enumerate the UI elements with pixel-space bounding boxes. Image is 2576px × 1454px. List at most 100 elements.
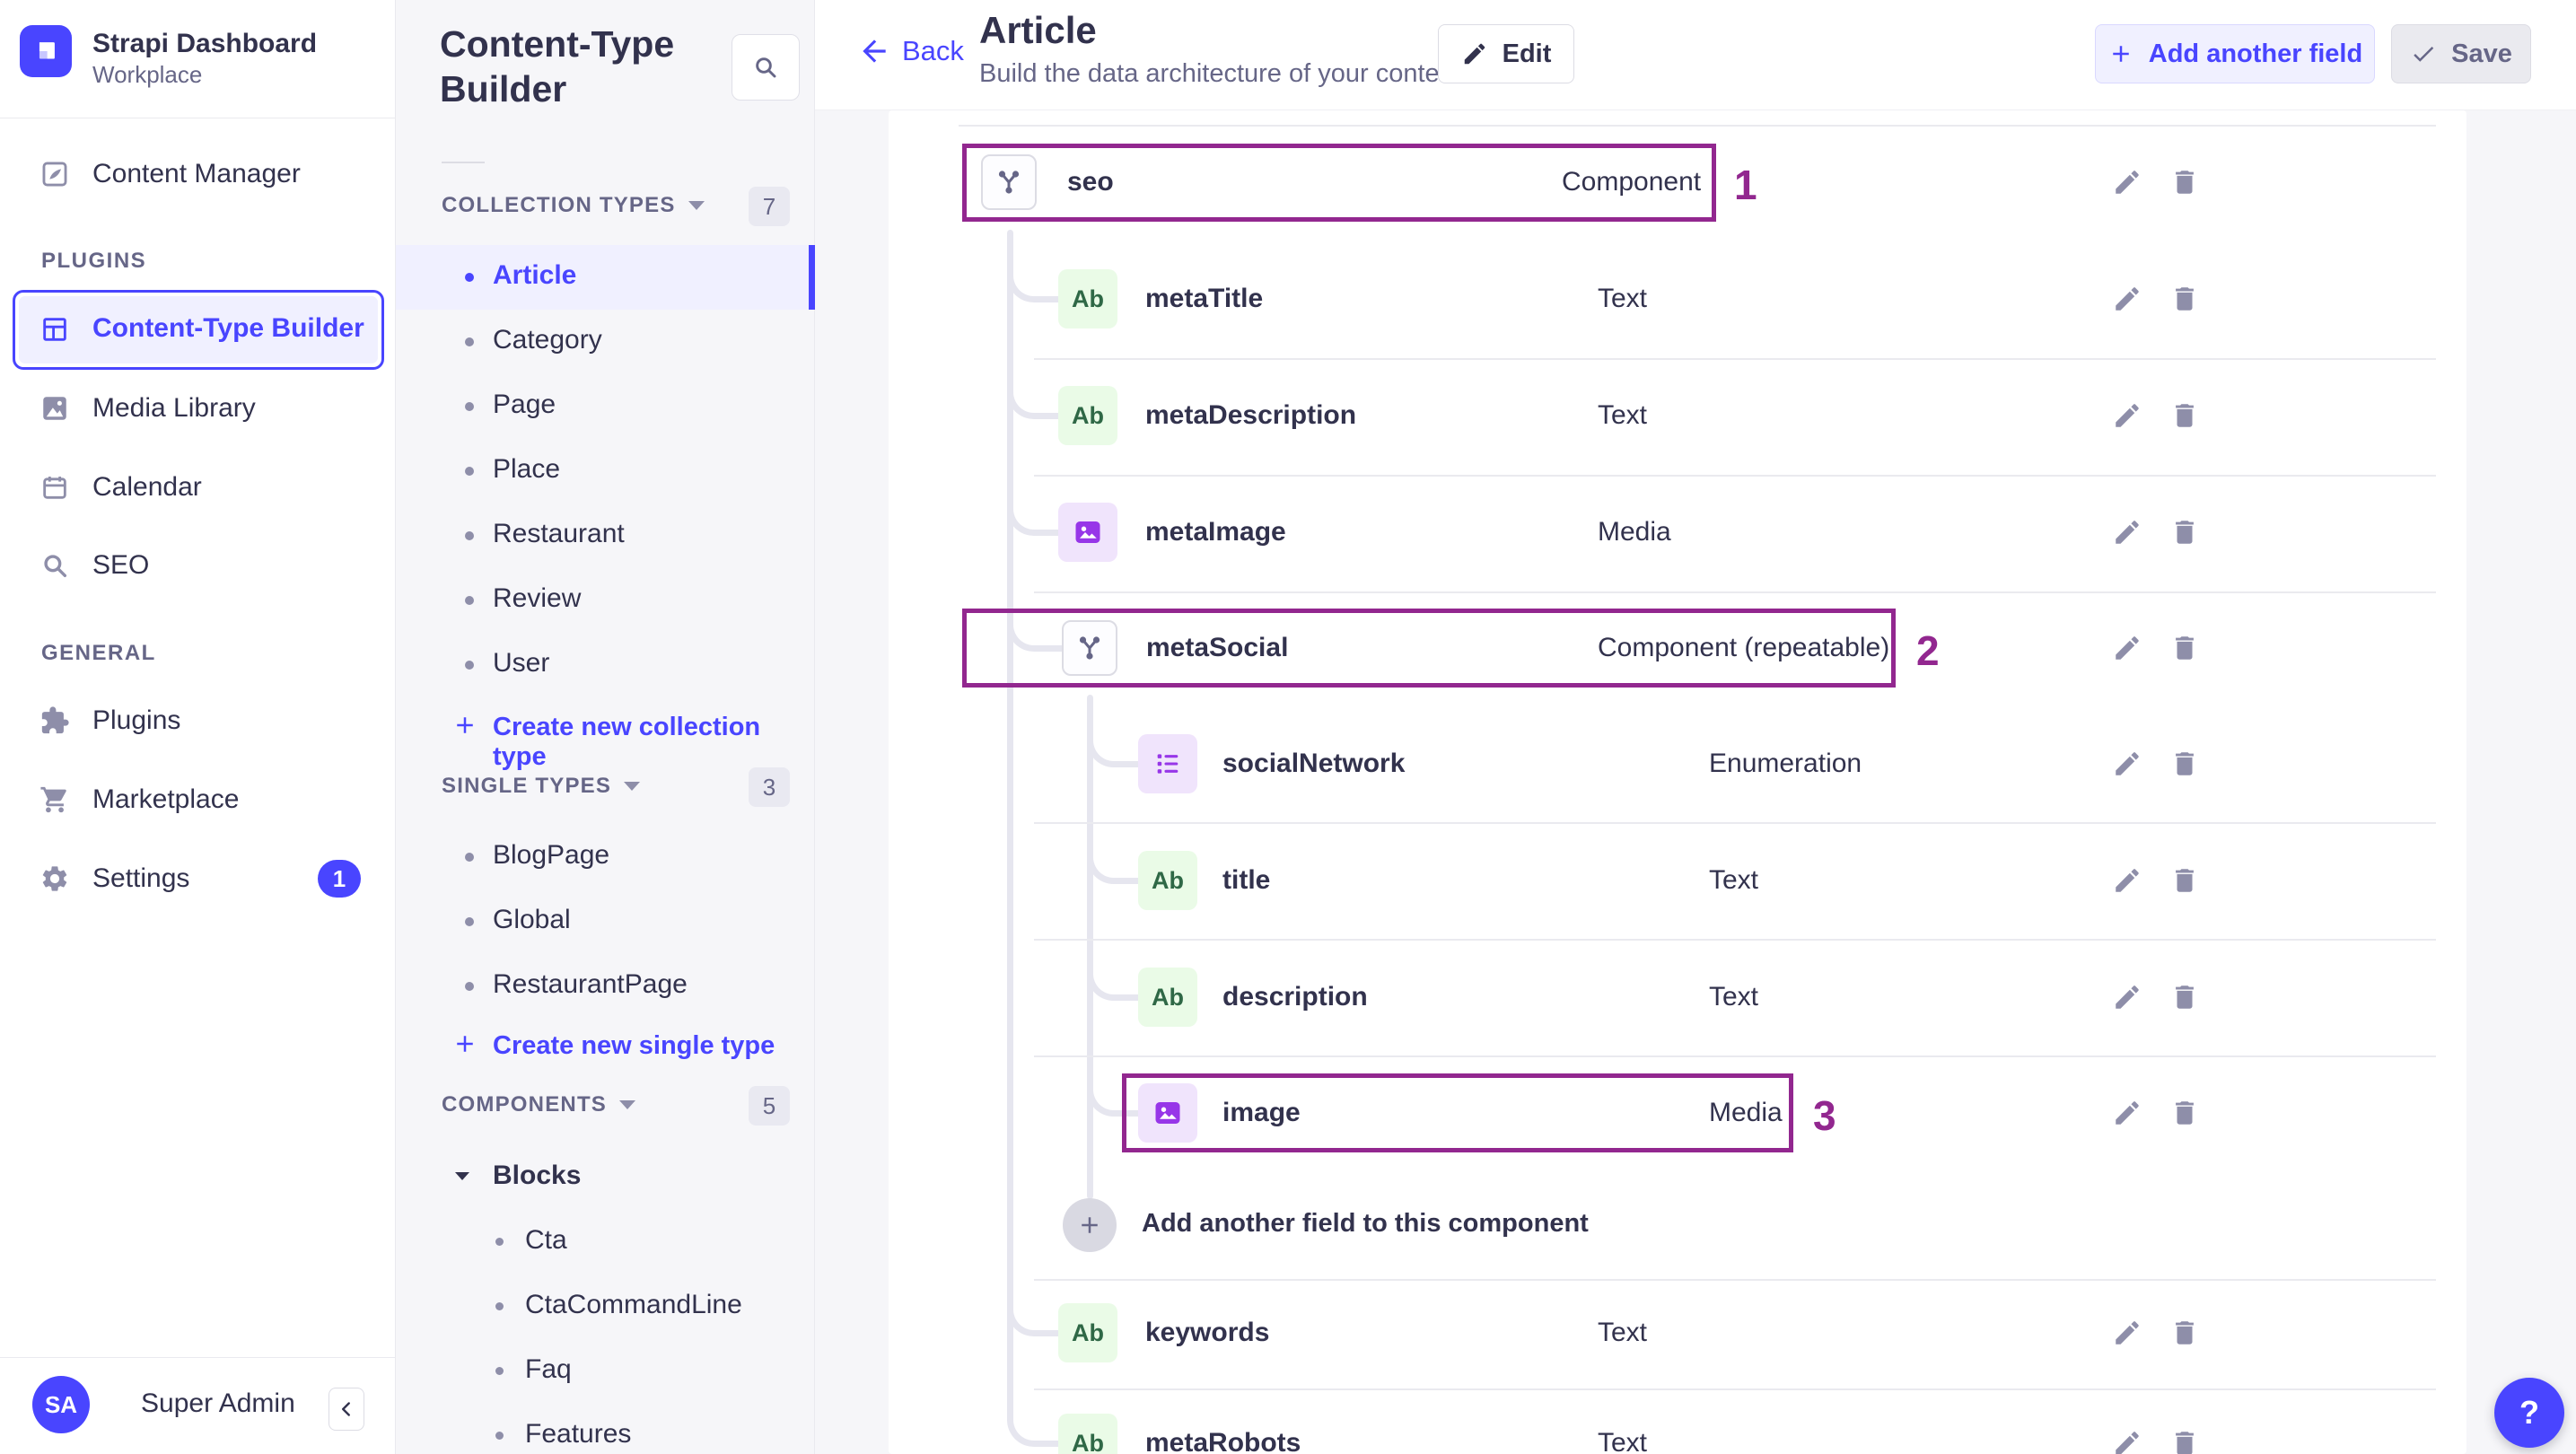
collection-item-article[interactable]: Article	[396, 245, 815, 310]
trash-icon	[2176, 752, 2194, 775]
component-item-ctacommandline[interactable]: CtaCommandLine	[396, 1274, 815, 1339]
field-type: Text	[1598, 400, 1648, 430]
trash-icon	[2176, 287, 2194, 311]
field-name: description	[1222, 982, 1368, 1012]
single-types-heading[interactable]: SINGLE TYPES	[442, 774, 641, 799]
bullet-icon	[465, 661, 474, 670]
create-single-type-link[interactable]: Create new single type	[396, 1018, 815, 1075]
delete-field-button[interactable]	[2167, 514, 2203, 550]
add-another-field-button[interactable]: Add another field	[2095, 24, 2375, 83]
delete-field-button[interactable]	[2167, 1095, 2203, 1131]
search-button[interactable]	[732, 34, 800, 101]
save-button[interactable]: Save	[2391, 24, 2531, 83]
strapi-logo	[20, 25, 72, 77]
tree-elbow	[1087, 938, 1138, 1001]
delete-field-button[interactable]	[2167, 1425, 2203, 1454]
collection-item-category[interactable]: Category	[396, 310, 815, 374]
divider	[1034, 1279, 2436, 1281]
active-accent-bar	[809, 245, 815, 310]
single-item-restaurantpage[interactable]: RestaurantPage	[396, 954, 815, 1019]
user-name: Super Admin	[141, 1388, 295, 1418]
tree-elbow	[1087, 1054, 1138, 1117]
pencil-icon	[2116, 1432, 2139, 1454]
edit-field-button[interactable]	[2109, 1315, 2145, 1351]
delete-field-button[interactable]	[2167, 630, 2203, 666]
collection-item-restaurant[interactable]: Restaurant	[396, 504, 815, 568]
component-item-faq[interactable]: Faq	[396, 1339, 815, 1404]
single-item-global[interactable]: Global	[396, 889, 815, 954]
delete-field-button[interactable]	[2167, 398, 2203, 434]
delete-field-button[interactable]	[2167, 979, 2203, 1015]
collection-item-user[interactable]: User	[396, 633, 815, 697]
edit-button[interactable]: Edit	[1438, 24, 1574, 83]
edit-field-button[interactable]	[2109, 979, 2145, 1015]
single-item-blogpage[interactable]: BlogPage	[396, 825, 815, 889]
calendar-icon	[39, 472, 70, 503]
delete-field-button[interactable]	[2167, 746, 2203, 782]
puzzle-icon	[39, 705, 70, 736]
cart-icon	[39, 784, 70, 815]
sidebar-item-calendar[interactable]: Calendar	[0, 456, 396, 519]
edit-field-button[interactable]	[2109, 1425, 2145, 1454]
component-item-features[interactable]: Features	[396, 1404, 815, 1454]
edit-field-button[interactable]	[2109, 514, 2145, 550]
field-name: seo	[1067, 167, 1114, 197]
delete-field-button[interactable]	[2167, 863, 2203, 898]
sidebar-item-marketplace[interactable]: Marketplace	[0, 768, 396, 831]
sidebar-item-media-library[interactable]: Media Library	[0, 377, 396, 440]
edit-field-button[interactable]	[2109, 398, 2145, 434]
field-name: socialNetwork	[1222, 749, 1406, 778]
add-field-to-component-button[interactable]	[1063, 1198, 1117, 1252]
edit-field-button[interactable]	[2109, 746, 2145, 782]
check-icon	[2414, 47, 2434, 62]
sidebar-item-content-manager[interactable]: Content Manager	[0, 143, 396, 206]
back-link[interactable]: Back	[857, 34, 964, 68]
chevron-down-icon	[624, 782, 641, 791]
main-content: Back Article Build the data architecture…	[815, 0, 2576, 1454]
collection-item-page[interactable]: Page	[396, 374, 815, 439]
avatar[interactable]: SA	[32, 1376, 90, 1433]
sidebar-item-plugins[interactable]: Plugins	[0, 689, 396, 752]
gear-icon	[39, 863, 70, 894]
sidebar-item-settings[interactable]: Settings 1	[0, 847, 396, 910]
annotation-number-2: 2	[1916, 627, 1940, 674]
trash-icon	[2176, 869, 2194, 892]
builder-title: Content-Type Builder	[440, 23, 675, 109]
chevron-left-icon	[342, 1402, 350, 1416]
bullet-icon	[495, 1367, 504, 1375]
help-button[interactable]: ?	[2494, 1378, 2564, 1448]
delete-field-button[interactable]	[2167, 164, 2203, 200]
edit-field-button[interactable]	[2109, 630, 2145, 666]
sidebar-item-label: Marketplace	[92, 784, 240, 814]
edit-field-button[interactable]	[2109, 164, 2145, 200]
component-item-cta[interactable]: Cta	[396, 1210, 815, 1274]
pencil-icon	[2116, 752, 2139, 775]
collection-types-heading[interactable]: COLLECTION TYPES	[442, 193, 705, 218]
plus-icon	[2113, 46, 2129, 62]
edit-field-button[interactable]	[2109, 1095, 2145, 1131]
create-collection-type-link[interactable]: Create new collection type	[396, 699, 815, 771]
pencil-icon	[2116, 869, 2139, 892]
collection-item-place[interactable]: Place	[396, 439, 815, 504]
sidebar-item-label: Settings	[92, 863, 190, 893]
delete-field-button[interactable]	[2167, 1315, 2203, 1351]
text-field-icon: Ab	[1058, 269, 1117, 328]
field-type: Component (repeatable)	[1598, 633, 1890, 662]
edit-field-button[interactable]	[2109, 863, 2145, 898]
trash-icon	[2176, 1101, 2194, 1125]
components-group-blocks[interactable]: Blocks	[396, 1145, 815, 1210]
bullet-icon	[465, 596, 474, 605]
components-heading[interactable]: COMPONENTS	[442, 1092, 636, 1117]
bullet-icon	[465, 402, 474, 411]
add-field-to-component-label[interactable]: Add another field to this component	[1142, 1209, 1589, 1239]
tree-elbow	[1007, 1384, 1058, 1447]
edit-field-button[interactable]	[2109, 281, 2145, 317]
sidebar-item-seo[interactable]: SEO	[0, 534, 396, 597]
delete-field-button[interactable]	[2167, 281, 2203, 317]
collection-item-review[interactable]: Review	[396, 568, 815, 633]
field-name: metaSocial	[1146, 633, 1289, 662]
tree-elbow	[1007, 240, 1058, 302]
collapse-sidebar-button[interactable]	[329, 1388, 364, 1431]
search-icon	[756, 57, 776, 78]
page-header: Back Article Build the data architecture…	[815, 0, 2576, 110]
